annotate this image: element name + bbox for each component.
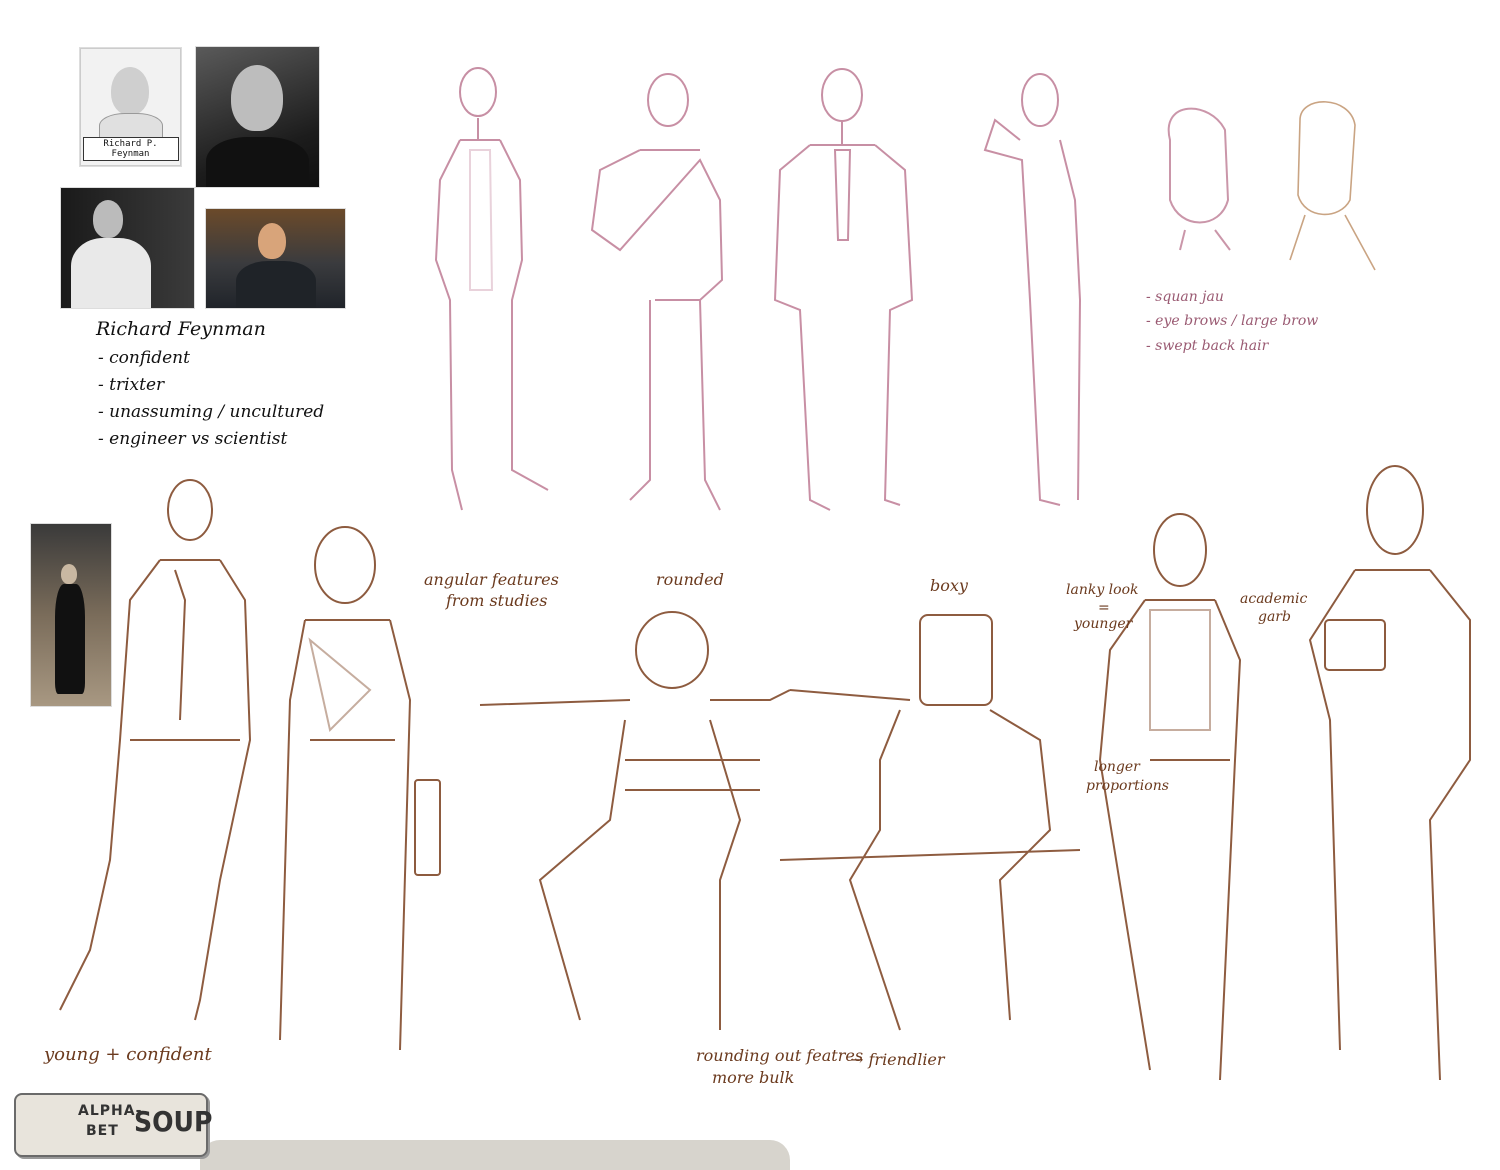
brown-figure bbox=[779, 614, 1081, 1031]
note-rounded: rounded bbox=[656, 570, 724, 589]
brown-figure bbox=[59, 479, 252, 1021]
alphabet-soup-logo: ALPHA- BET SOUP bbox=[14, 1093, 212, 1157]
note-lanky-2: younger bbox=[1074, 616, 1133, 632]
note-boxy: boxy bbox=[930, 576, 968, 595]
note-friendlier: → friendlier bbox=[850, 1050, 945, 1069]
logo-alpha: ALPHA- bbox=[78, 1103, 143, 1119]
note-academic: academic bbox=[1240, 591, 1308, 607]
note-academic-2: garb bbox=[1258, 609, 1291, 625]
red-head-sketch bbox=[1167, 107, 1231, 251]
note-angular: angular features bbox=[424, 570, 559, 589]
red-figure bbox=[773, 68, 914, 511]
note-lanky: lanky look bbox=[1066, 582, 1139, 598]
brown-head-sketch bbox=[1289, 101, 1376, 271]
brown-figure bbox=[479, 611, 791, 1030]
red-figure bbox=[983, 73, 1082, 506]
footer-bar bbox=[200, 1140, 790, 1170]
brown-figure bbox=[1308, 465, 1471, 1081]
logo-bet: BET bbox=[86, 1123, 119, 1139]
sketch-drawings bbox=[59, 67, 1471, 1081]
red-figure bbox=[434, 67, 549, 511]
brown-figure bbox=[1098, 513, 1242, 1081]
red-figure bbox=[590, 73, 724, 511]
note-angular-2: from studies bbox=[446, 591, 548, 610]
logo-soup: SOUP bbox=[134, 1105, 213, 1138]
note-longer: longer bbox=[1094, 759, 1140, 775]
note-rounding: rounding out featres bbox=[696, 1046, 864, 1065]
brown-figure bbox=[279, 526, 441, 1051]
note-longer-2: proportions bbox=[1086, 778, 1169, 794]
note-rounding-2: more bulk bbox=[712, 1068, 795, 1087]
note-lanky-eq: = bbox=[1098, 600, 1110, 616]
note-young-confident: young + confident bbox=[44, 1044, 212, 1065]
